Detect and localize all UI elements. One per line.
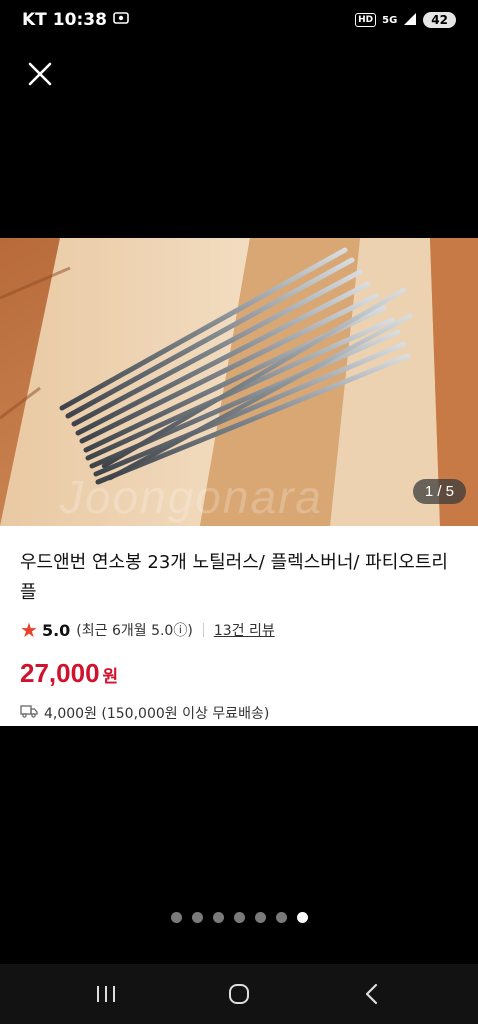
status-bar: KT 10:38 HD 5G 42 <box>0 0 478 40</box>
signal-icon <box>403 12 417 29</box>
recent-rating-info[interactable]: (최근 6개월 5.0ⓘ) <box>76 620 193 640</box>
price-row: 27,000 원 <box>20 658 458 689</box>
battery-indicator: 42 <box>423 12 456 28</box>
gallery-dot[interactable] <box>233 912 245 923</box>
gallery-dots <box>0 912 478 923</box>
gallery-dot[interactable] <box>254 912 266 923</box>
rating-value: 5.0 <box>41 620 71 640</box>
rating-row: ★ 5.0 (최근 6개월 5.0ⓘ) 13건 리뷰 <box>20 618 458 642</box>
clock: 10:38 <box>52 10 107 30</box>
recents-icon <box>97 986 116 1002</box>
divider <box>202 623 204 637</box>
back-button[interactable] <box>342 970 402 1018</box>
watermark: Joongonara <box>60 471 323 523</box>
gallery-dot[interactable] <box>275 912 287 923</box>
carrier-label: KT <box>22 10 47 30</box>
home-button[interactable] <box>209 970 269 1018</box>
hd-voice-icon: HD <box>355 13 377 27</box>
back-icon <box>365 983 377 1005</box>
recents-button[interactable] <box>76 970 136 1018</box>
home-icon <box>228 984 249 1004</box>
product-image[interactable]: Joongonara 1 / 5 <box>0 238 478 526</box>
price-currency: 원 <box>102 667 119 687</box>
gallery-dot[interactable] <box>170 912 182 923</box>
reviews-link[interactable]: 13건 리뷰 <box>214 620 275 640</box>
close-button[interactable] <box>24 58 56 90</box>
star-icon: ★ <box>20 618 38 642</box>
gallery-dot[interactable] <box>191 912 203 923</box>
truck-icon <box>20 704 38 722</box>
image-page-indicator: 1 / 5 <box>412 479 466 504</box>
shipping-text: 4,000원 (150,000원 이상 무료배송) <box>44 706 270 722</box>
gallery-dot[interactable] <box>212 912 224 923</box>
product-title: 우드앤번 연소봉 23개 노틸러스/ 플렉스버너/ 파티오트리플 <box>20 552 448 603</box>
shipping-row: 4,000원 (150,000원 이상 무료배송) <box>20 703 458 723</box>
screenshot-icon <box>113 10 129 30</box>
close-icon <box>28 62 52 86</box>
system-nav-bar <box>0 964 478 1024</box>
gallery-dot[interactable] <box>296 912 308 923</box>
product-info-card: 우드앤번 연소봉 23개 노틸러스/ 플렉스버너/ 파티오트리플 ★ 5.0 (… <box>0 526 478 726</box>
price: 27,000 <box>20 658 100 688</box>
network-label: 5G <box>382 14 398 26</box>
